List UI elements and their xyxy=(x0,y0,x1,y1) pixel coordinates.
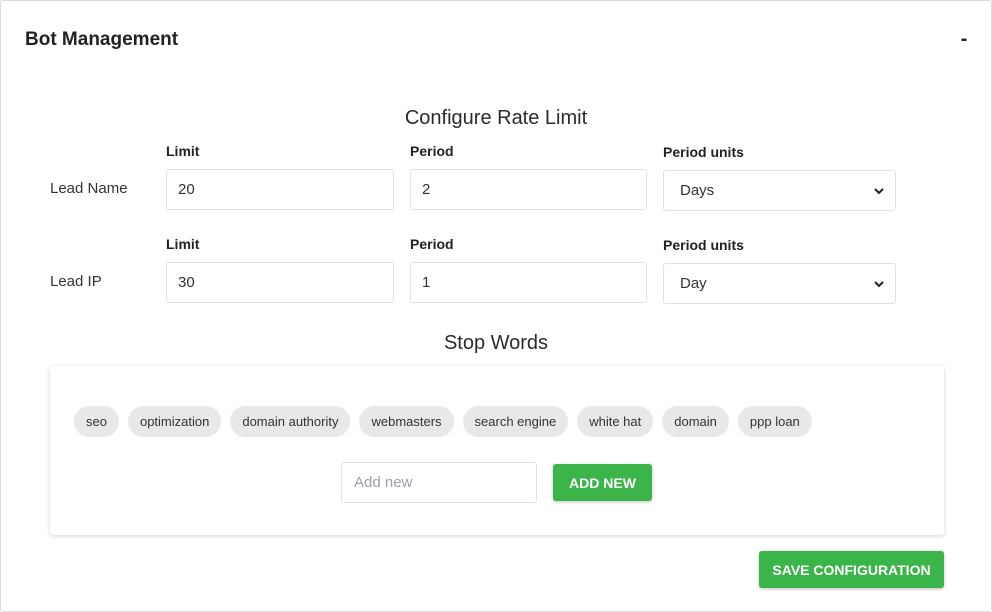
chevron-down-icon xyxy=(874,187,884,194)
select-value: Days xyxy=(680,182,715,199)
stop-word-chip[interactable]: ppp loan xyxy=(737,406,812,437)
add-stop-word-input[interactable] xyxy=(341,462,537,503)
bot-management-panel: Bot Management - Configure Rate Limit Le… xyxy=(0,0,992,612)
stop-word-chip[interactable]: search engine xyxy=(462,406,569,437)
row-label-lead-ip: Lead IP xyxy=(50,273,102,290)
stop-words-card: seo optimization domain authority webmas… xyxy=(50,366,944,535)
collapse-button[interactable]: - xyxy=(957,27,971,51)
limit-label: Limit xyxy=(166,143,200,159)
lead-ip-units-select[interactable]: Day xyxy=(663,263,896,304)
stop-word-chip[interactable]: domain xyxy=(662,406,729,437)
stop-word-chip[interactable]: white hat xyxy=(577,406,654,437)
rate-limit-title: Configure Rate Limit xyxy=(404,107,588,129)
period-units-label: Period units xyxy=(663,144,744,160)
lead-name-limit-input[interactable] xyxy=(166,169,394,210)
stop-words-title: Stop Words xyxy=(443,332,549,354)
lead-ip-period-input[interactable] xyxy=(410,262,647,303)
chevron-down-icon xyxy=(874,280,884,287)
panel-title: Bot Management xyxy=(25,29,179,50)
period-label: Period xyxy=(410,236,454,252)
stop-word-chip[interactable]: optimization xyxy=(127,406,222,437)
stop-word-chip[interactable]: domain authority xyxy=(230,406,351,437)
period-label: Period xyxy=(410,143,454,159)
stop-word-chip[interactable]: seo xyxy=(74,406,119,437)
stop-words-chip-list: seo optimization domain authority webmas… xyxy=(74,406,812,437)
limit-label: Limit xyxy=(166,236,200,252)
lead-ip-limit-input[interactable] xyxy=(166,262,394,303)
period-units-label: Period units xyxy=(663,237,744,253)
lead-name-units-select[interactable]: Days xyxy=(663,170,896,211)
save-configuration-button[interactable]: SAVE CONFIGURATION xyxy=(759,551,944,588)
add-new-button[interactable]: ADD NEW xyxy=(553,464,652,501)
row-label-lead-name: Lead Name xyxy=(50,180,128,197)
lead-name-period-input[interactable] xyxy=(410,169,647,210)
select-value: Day xyxy=(680,275,707,292)
stop-word-chip[interactable]: webmasters xyxy=(359,406,454,437)
